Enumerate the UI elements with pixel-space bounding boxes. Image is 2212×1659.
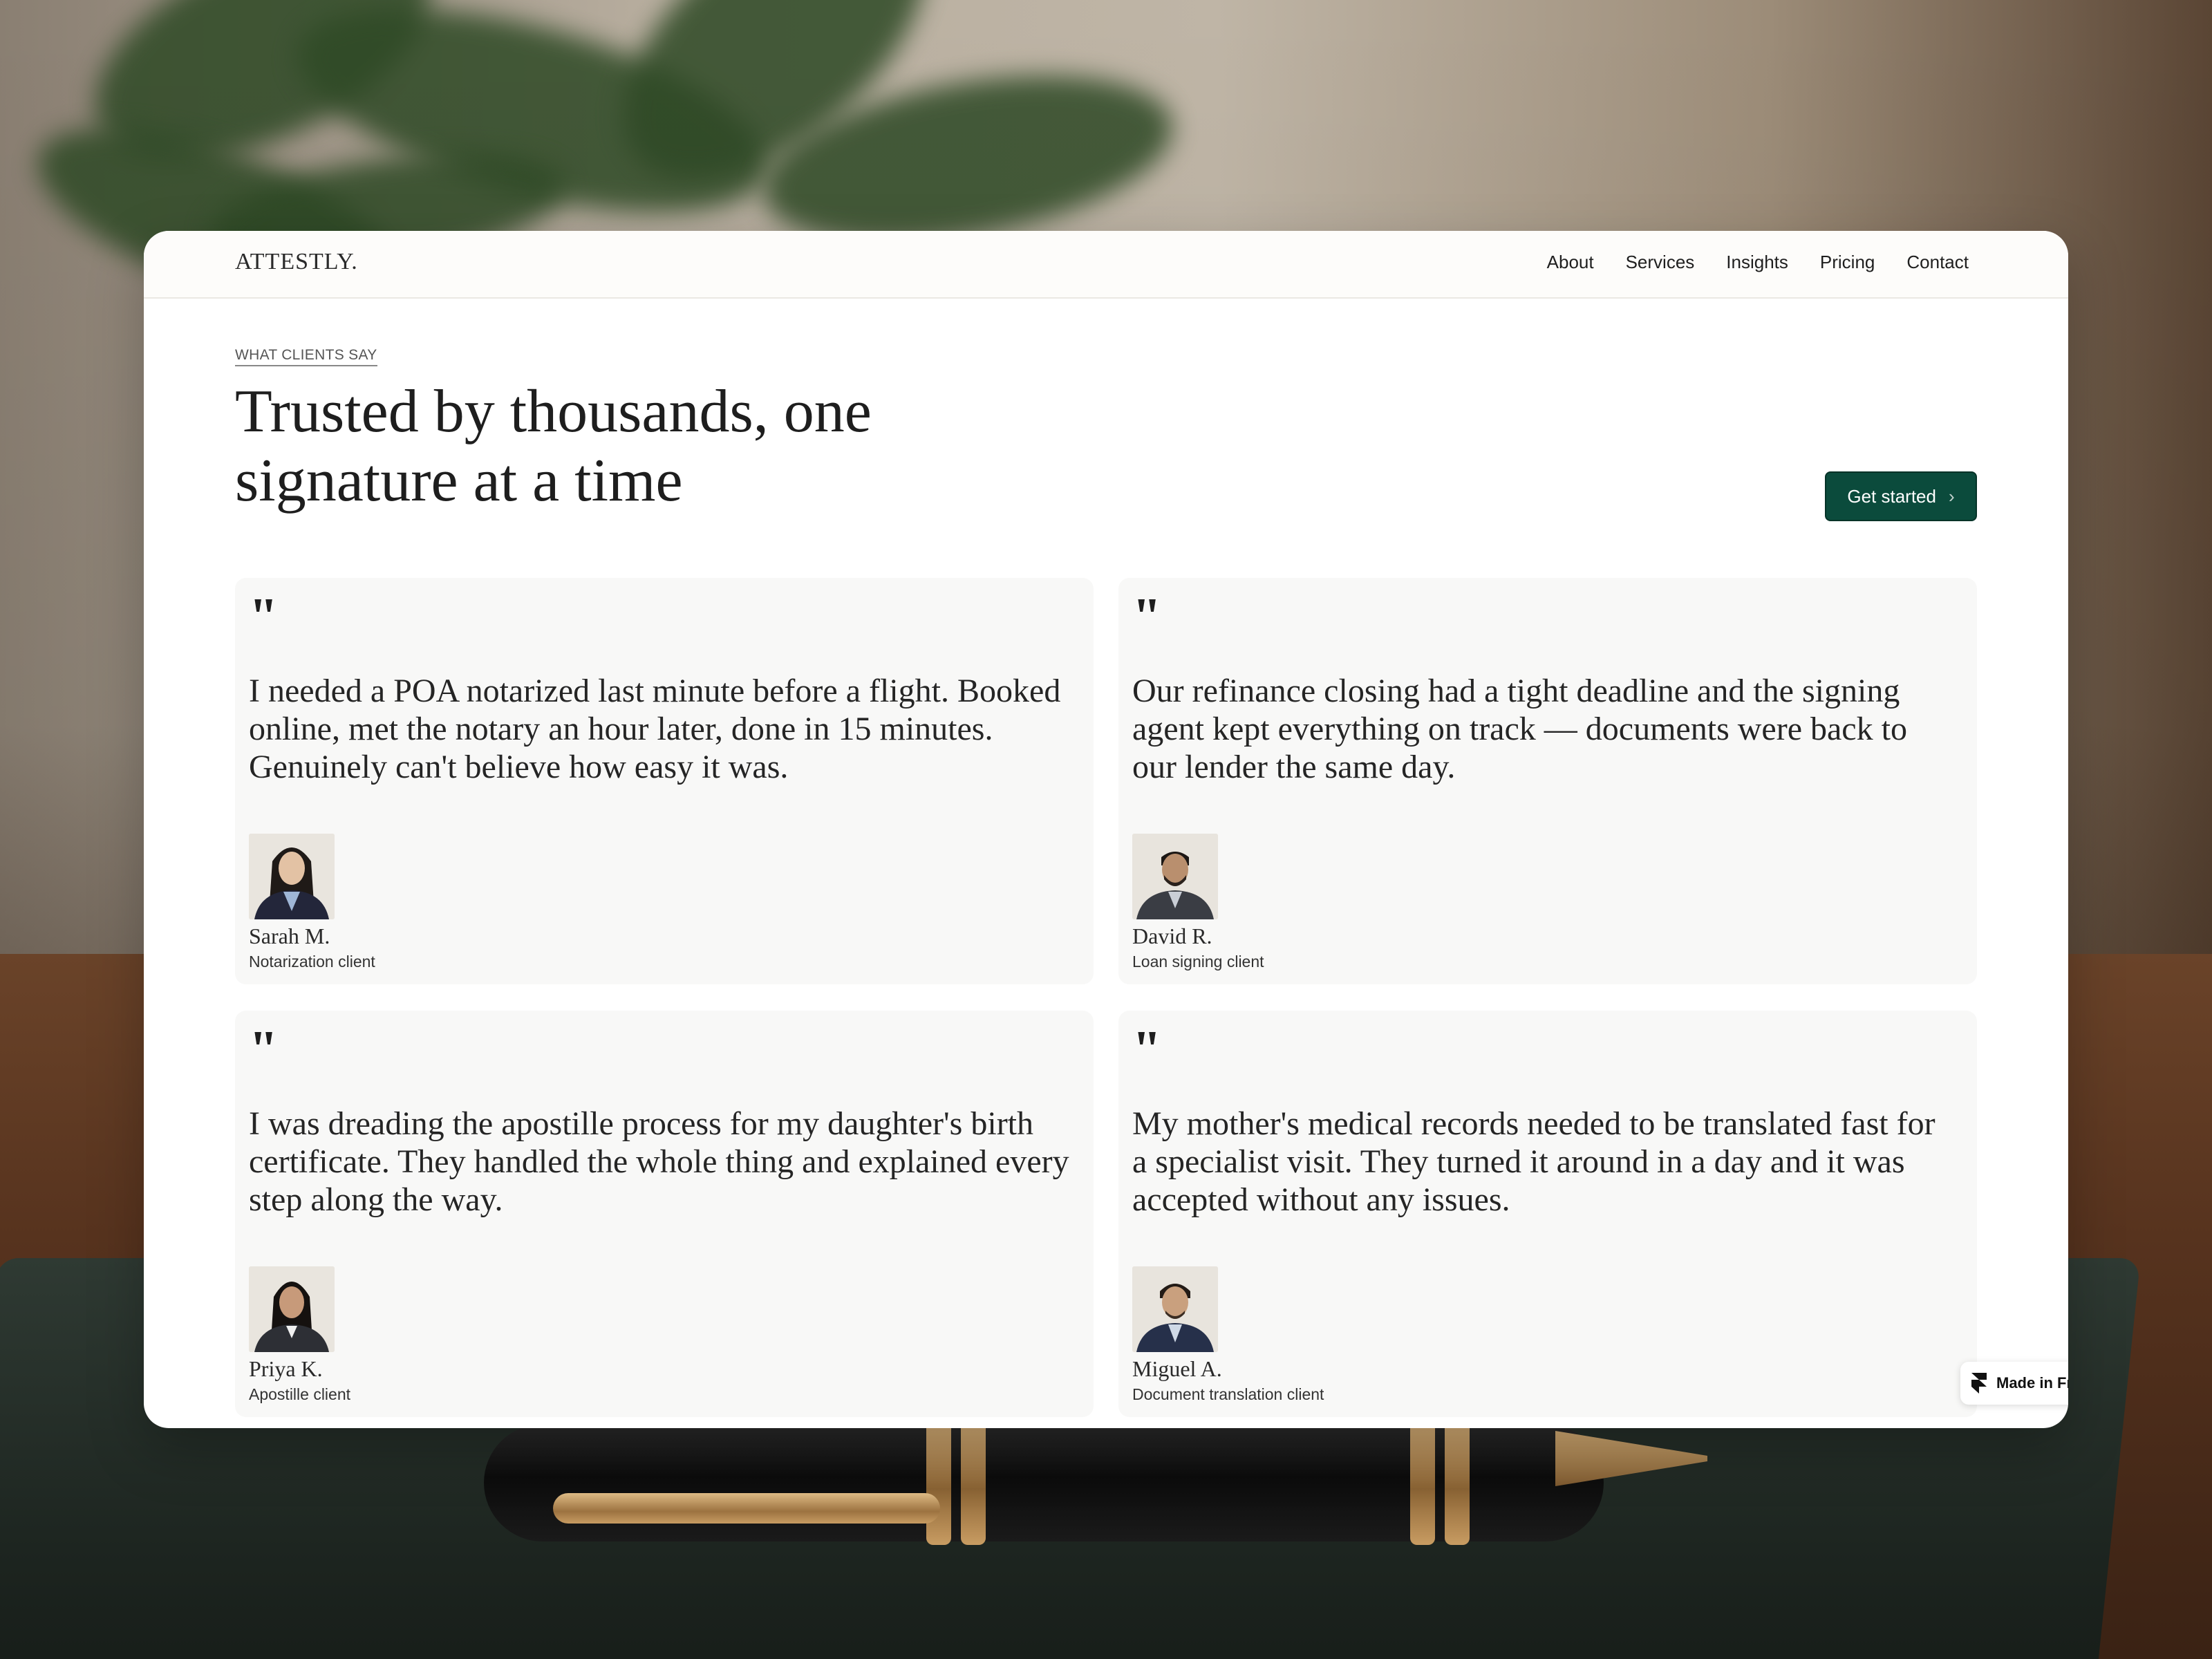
nav-link-contact[interactable]: Contact — [1906, 252, 1969, 273]
brand-logo[interactable]: ATTESTLY. — [235, 249, 358, 275]
get-started-label: Get started — [1847, 485, 1936, 507]
made-in-framer-badge[interactable]: Made in Fr — [1960, 1362, 2068, 1405]
avatar — [1132, 834, 1218, 919]
section-heading: Trusted by thousands, one signature at a… — [235, 377, 1065, 516]
avatar — [249, 834, 335, 919]
heading-line-2: signature at a time — [235, 447, 683, 514]
testimonial-author-role: Document translation client — [1132, 1385, 1324, 1403]
testimonial-card: " I needed a POA notarized last minute b… — [235, 578, 1094, 984]
framer-logo-icon — [1971, 1373, 1987, 1394]
quote-icon: " — [249, 1020, 279, 1078]
testimonial-card: " Our refinance closing had a tight dead… — [1118, 578, 1977, 984]
testimonial-quote: I was dreading the apostille process for… — [249, 1105, 1069, 1218]
pen-band — [1445, 1421, 1470, 1545]
testimonial-author-name: David R. — [1132, 924, 1212, 948]
testimonial-author-name: Priya K. — [249, 1356, 323, 1381]
testimonial-author-role: Loan signing client — [1132, 953, 1264, 971]
pen-band — [926, 1421, 951, 1545]
avatar — [249, 1266, 335, 1352]
section-eyebrow: WHAT CLIENTS SAY — [235, 347, 377, 366]
testimonial-card: " I was dreading the apostille process f… — [235, 1011, 1094, 1417]
get-started-button[interactable]: Get started › — [1825, 471, 1977, 521]
testimonial-author-name: Miguel A. — [1132, 1356, 1222, 1381]
nav-links: About Services Insights Pricing Contact — [1547, 252, 1969, 273]
chevron-right-icon: › — [1948, 485, 1955, 507]
testimonial-author-role: Apostille client — [249, 1385, 351, 1403]
nav-link-services[interactable]: Services — [1626, 252, 1695, 273]
nav-link-insights[interactable]: Insights — [1726, 252, 1788, 273]
testimonial-quote: Our refinance closing had a tight deadli… — [1132, 673, 1907, 785]
testimonial-author-name: Sarah M. — [249, 924, 330, 948]
nav-link-about[interactable]: About — [1547, 252, 1594, 273]
badge-label: Made in Fr — [1996, 1374, 2068, 1391]
pen-clip — [553, 1493, 940, 1524]
top-navigation: ATTESTLY. About Services Insights Pricin… — [144, 231, 2068, 299]
quote-icon: " — [1132, 1020, 1162, 1078]
quote-icon: " — [249, 588, 279, 646]
heading-line-1: Trusted by thousands, one — [235, 378, 872, 445]
quote-icon: " — [1132, 588, 1162, 646]
testimonial-card: " My mother's medical records needed to … — [1118, 1011, 1977, 1417]
nav-link-pricing[interactable]: Pricing — [1820, 252, 1875, 273]
avatar — [1132, 1266, 1218, 1352]
website-window: ATTESTLY. About Services Insights Pricin… — [144, 231, 2068, 1428]
testimonial-author-role: Notarization client — [249, 953, 375, 971]
testimonial-quote: My mother's medical records needed to be… — [1132, 1105, 1936, 1218]
testimonial-quote: I needed a POA notarized last minute bef… — [249, 673, 1061, 785]
fountain-pen — [484, 1424, 1604, 1541]
pen-band — [961, 1421, 986, 1545]
pen-band — [1410, 1421, 1435, 1545]
